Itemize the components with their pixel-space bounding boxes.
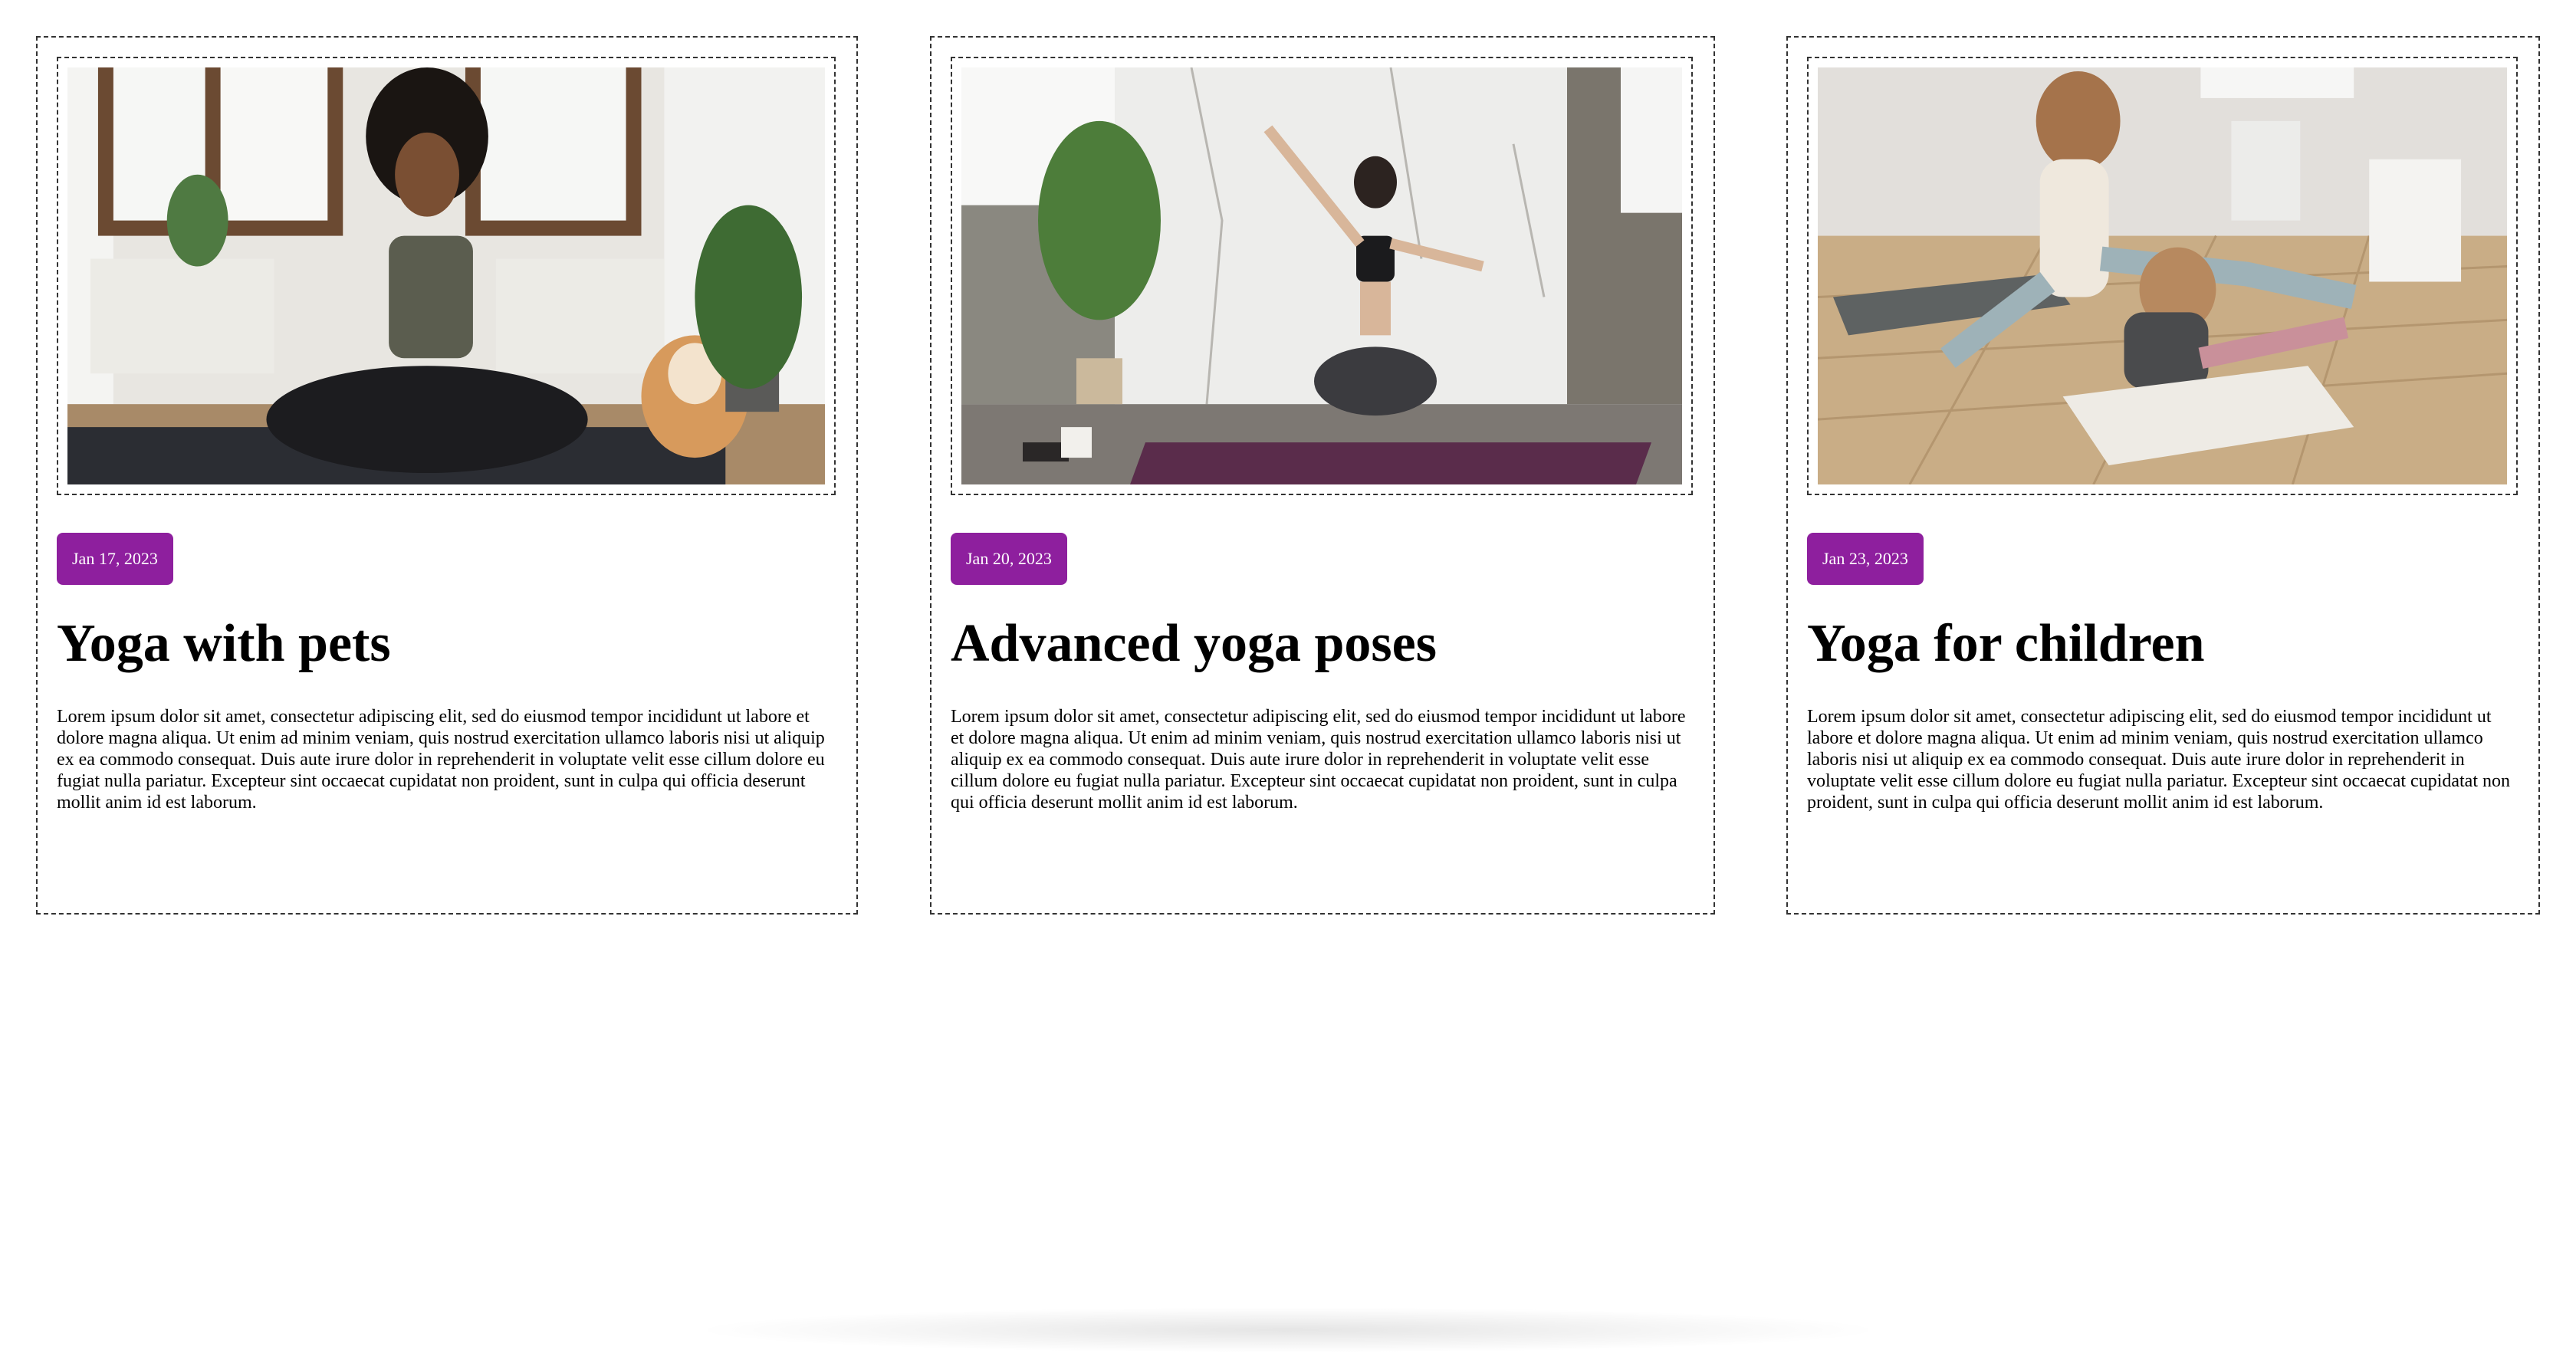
card-title[interactable]: Yoga with pets xyxy=(57,614,391,673)
card-excerpt: Lorem ipsum dolor sit amet, consectetur … xyxy=(1807,707,2511,813)
blog-card: Jan 23, 2023 Yoga for children Lorem ips… xyxy=(1786,36,2540,915)
date-badge: Jan 23, 2023 xyxy=(1807,533,1924,585)
card-image-frame xyxy=(1807,57,2518,495)
card-title[interactable]: Advanced yoga poses xyxy=(951,614,1437,673)
card-image-frame xyxy=(951,57,1693,495)
card-excerpt: Lorem ipsum dolor sit amet, consectetur … xyxy=(951,707,1686,813)
card-image xyxy=(67,67,825,484)
blog-card: Jan 17, 2023 Yoga with pets Lorem ipsum … xyxy=(36,36,858,915)
card-image xyxy=(961,67,1682,484)
date-badge: Jan 17, 2023 xyxy=(57,533,173,585)
card-excerpt: Lorem ipsum dolor sit amet, consectetur … xyxy=(57,707,825,813)
blog-card: Jan 20, 2023 Advanced yoga poses Lorem i… xyxy=(930,36,1715,915)
card-image xyxy=(1818,67,2507,484)
card-title[interactable]: Yoga for children xyxy=(1807,614,2205,673)
date-badge: Jan 20, 2023 xyxy=(951,533,1067,585)
bottom-shadow xyxy=(690,1307,1886,1353)
card-image-frame xyxy=(57,57,836,495)
